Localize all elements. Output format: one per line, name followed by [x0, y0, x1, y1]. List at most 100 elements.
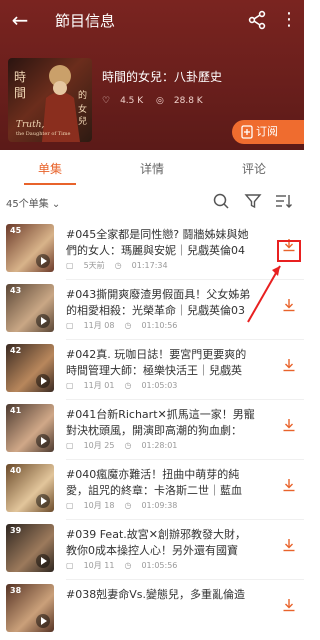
episode-thumbnail[interactable]: 39 — [6, 524, 54, 572]
download-icon[interactable] — [282, 418, 296, 432]
likes-icon: ♡ — [102, 96, 111, 106]
episode-row[interactable]: 40 #040瘋魔亦難活！扭曲中萌芽的純 愛，詛咒的終章：卡洛斯二世｜藍血 ▢ 10月 … — [0, 460, 304, 520]
podcast-name: 時間的女兒：八卦歷史 — [102, 70, 223, 84]
episode-thumbnail[interactable]: 45 — [6, 224, 54, 272]
episode-date: 11月 08 — [83, 321, 115, 330]
top-bar: ← 節目信息 ⋮ — [0, 0, 304, 40]
episode-date: 10月 18 — [83, 501, 115, 510]
row-divider — [66, 519, 304, 520]
download-icon[interactable] — [282, 598, 296, 612]
row-divider — [66, 339, 304, 340]
clock-icon: ◷ — [124, 441, 132, 450]
play-icon[interactable] — [36, 554, 50, 568]
episode-thumbnail[interactable]: 43 — [6, 284, 54, 332]
episode-row[interactable]: 41 #041台新Richart✕抓馬這一家！男寵 對決枕頭風，開演即高潮的狗血劇：… — [0, 400, 304, 460]
likes-count: 4.5 K — [120, 96, 144, 106]
plays-count: 28.8 K — [173, 96, 203, 106]
episode-number: 40 — [10, 466, 22, 475]
back-arrow-icon[interactable]: ← — [8, 8, 32, 32]
date-icon: ▢ — [66, 501, 74, 510]
episode-list-toolbar: 45个单集 ⌄ — [0, 186, 304, 218]
episode-number: 45 — [10, 226, 22, 235]
play-icon[interactable] — [36, 434, 50, 448]
date-icon: ▢ — [66, 561, 74, 570]
sort-icon[interactable] — [274, 192, 292, 210]
cover-caption-2: the Daughter of Time — [16, 131, 71, 137]
episode-number: 43 — [10, 286, 22, 295]
episode-title-line1: #040瘋魔亦難活！扭曲中萌芽的純 — [66, 468, 240, 481]
episode-thumbnail[interactable]: 41 — [6, 404, 54, 452]
episode-thumbnail[interactable]: 40 — [6, 464, 54, 512]
page-title: 節目信息 — [55, 12, 116, 30]
active-tab-indicator — [24, 183, 76, 185]
episode-duration: 01:17:34 — [131, 261, 168, 270]
episode-row[interactable]: 39 #039 Feat.故宮✕創辦邪教發大財， 教你0成本操控人心！另外還有國寶 ▢… — [0, 520, 304, 580]
episode-number: 38 — [10, 586, 22, 595]
cover-caption-1: Truth, — [16, 120, 45, 130]
more-options-icon[interactable]: ⋮ — [280, 8, 298, 32]
episode-row[interactable]: 42 #042真. 玩咖日誌！要宮門更要爽的 時間管理大師：極樂快活王｜兒戲英 ▢ 11… — [0, 340, 304, 400]
episode-date: 10月 11 — [83, 561, 115, 570]
subscribe-icon — [241, 125, 253, 139]
subscribe-button[interactable]: 订阅 — [232, 120, 304, 144]
episode-duration: 01:10:56 — [141, 321, 178, 330]
play-icon[interactable] — [36, 494, 50, 508]
date-icon: ▢ — [66, 381, 74, 390]
date-icon: ▢ — [66, 321, 74, 330]
episode-title-line2: 們的女人：瑪麗與安妮｜兒戲英倫04 — [66, 244, 245, 257]
download-icon[interactable] — [282, 478, 296, 492]
filter-icon[interactable] — [244, 192, 262, 210]
cover-sub-3: 兒 — [78, 117, 88, 127]
date-icon: ▢ — [66, 441, 74, 450]
episode-title-line1: #045全家都是同性戀? 鬪牆姊妹與她 — [66, 228, 249, 241]
episode-title-line2: 時間管理大師：極樂快活王｜兒戲英 — [66, 364, 242, 377]
episode-date: 5天前 — [83, 261, 105, 270]
clock-icon: ◷ — [124, 321, 132, 330]
episode-number: 39 — [10, 526, 22, 535]
episode-duration: 01:28:01 — [141, 441, 178, 450]
episode-thumbnail[interactable]: 38 — [6, 584, 54, 632]
subscribe-label: 订阅 — [256, 125, 278, 138]
episode-meta: ▢ 10月 11 ◷ 01:05:56 — [66, 560, 187, 571]
episode-count-dropdown[interactable]: 45个单集 ⌄ — [6, 195, 60, 210]
episode-meta: ▢ 10月 25 ◷ 01:28:01 — [66, 440, 187, 451]
episode-date: 11月 01 — [83, 381, 115, 390]
episode-count-label: 45个单集 — [6, 199, 49, 210]
episode-title-line2: 對決枕頭風，開演即高潮的狗血劇： — [66, 424, 242, 437]
podcast-cover: 時 間 的 女 兒 Truth, the Daughter of Time — [8, 58, 92, 142]
play-icon[interactable] — [36, 374, 50, 388]
play-icon[interactable] — [36, 314, 50, 328]
episode-number: 41 — [10, 406, 22, 415]
chevron-down-icon: ⌄ — [51, 199, 61, 210]
row-divider — [66, 399, 304, 400]
clock-icon: ◷ — [124, 561, 132, 570]
episode-meta: ▢ 11月 08 ◷ 01:10:56 — [66, 320, 187, 331]
podcast-header: ← 節目信息 ⋮ 時 間 的 女 兒 Truth, the Daughter o… — [0, 0, 304, 150]
date-icon: ▢ — [66, 261, 74, 270]
play-icon[interactable] — [36, 614, 50, 628]
tab-details[interactable]: 详情 — [140, 160, 164, 177]
download-icon[interactable] — [282, 358, 296, 372]
play-icon[interactable] — [36, 254, 50, 268]
row-divider — [66, 579, 304, 580]
share-icon[interactable] — [246, 9, 268, 31]
cover-title-1: 時 — [14, 70, 27, 84]
episode-number: 42 — [10, 346, 22, 355]
clock-icon: ◷ — [124, 501, 132, 510]
episode-duration: 01:05:03 — [141, 381, 178, 390]
episode-thumbnail[interactable]: 42 — [6, 344, 54, 392]
episode-meta: ▢ 10月 18 ◷ 01:09:38 — [66, 500, 187, 511]
episode-row[interactable]: 38 #038剋妻命Vs.變態兒，多重亂倫造 — [0, 580, 304, 640]
download-icon[interactable] — [282, 538, 296, 552]
episode-title-line1: #039 Feat.故宮✕創辦邪教發大財， — [66, 528, 246, 541]
episode-duration: 01:09:38 — [141, 501, 178, 510]
episode-date: 10月 25 — [83, 441, 115, 450]
episode-meta: ▢ 5天前 ◷ 01:17:34 — [66, 260, 178, 271]
tab-comments[interactable]: 评论 — [242, 160, 266, 177]
cover-sub-1: 的 — [78, 91, 88, 101]
clock-icon: ◷ — [124, 381, 132, 390]
episode-title-line2: 教你0成本操控人心！另外還有國寶 — [66, 544, 238, 557]
search-icon[interactable] — [212, 192, 230, 210]
tab-episodes[interactable]: 单集 — [38, 160, 62, 177]
row-divider — [66, 459, 304, 460]
